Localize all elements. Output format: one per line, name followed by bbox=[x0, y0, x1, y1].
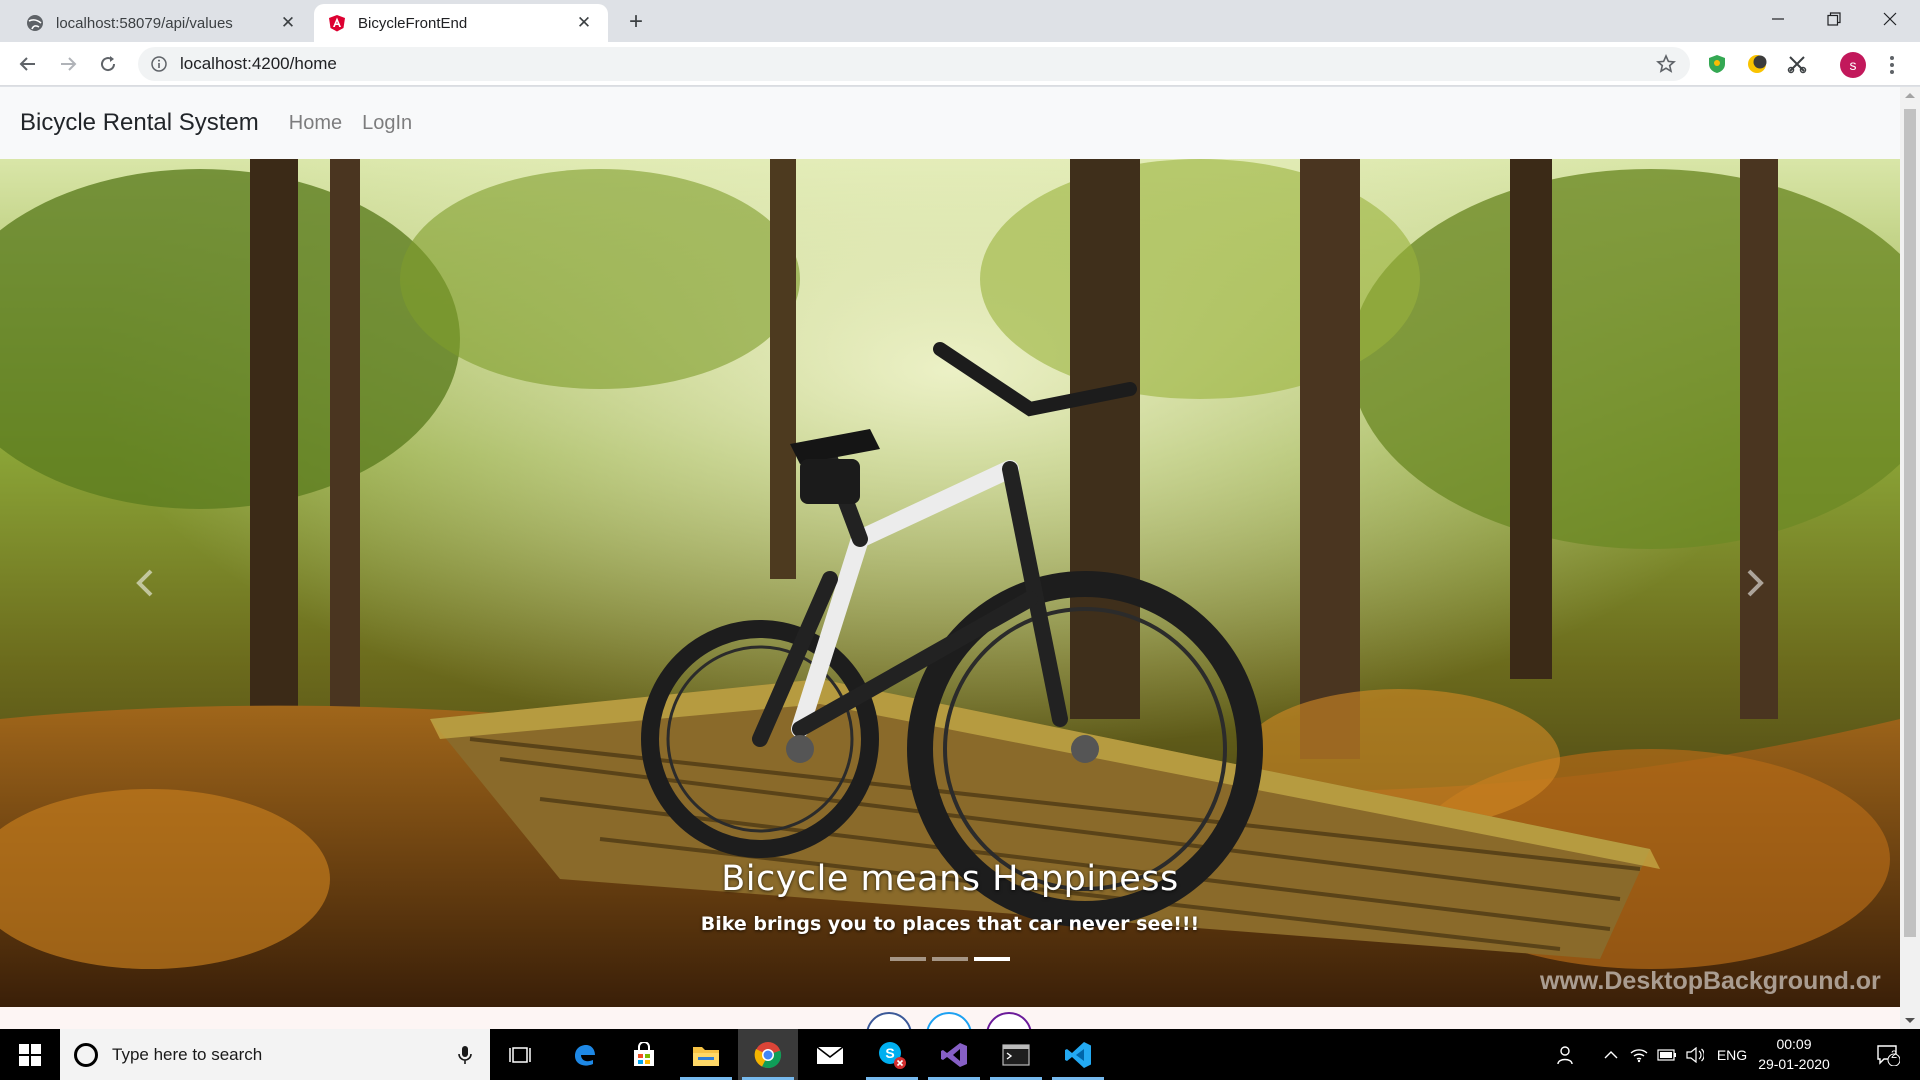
tab-title: BicycleFrontEnd bbox=[358, 14, 468, 32]
start-button[interactable] bbox=[0, 1029, 60, 1080]
carousel-caption-text: Bike brings you to places that car never… bbox=[700, 913, 1200, 935]
vscode-icon[interactable] bbox=[1048, 1029, 1108, 1080]
svg-text:S: S bbox=[885, 1045, 894, 1061]
file-explorer-icon[interactable] bbox=[676, 1029, 736, 1080]
close-window-icon[interactable] bbox=[1862, 0, 1918, 38]
battery-icon[interactable] bbox=[1654, 1029, 1680, 1080]
scrollbar-thumb[interactable] bbox=[1904, 109, 1916, 937]
back-icon[interactable] bbox=[12, 48, 44, 80]
address-bar[interactable]: localhost:4200/home bbox=[138, 47, 1690, 81]
task-view-icon[interactable] bbox=[490, 1029, 550, 1080]
windows-logo-icon bbox=[19, 1043, 41, 1066]
notification-count: 2 bbox=[1891, 1049, 1898, 1061]
cortana-icon bbox=[74, 1042, 98, 1067]
address-url: localhost:4200/home bbox=[180, 54, 337, 73]
mail-icon[interactable] bbox=[800, 1029, 860, 1080]
chrome-icon[interactable] bbox=[738, 1029, 798, 1080]
clock-date: 29-01-2020 bbox=[1758, 1056, 1830, 1072]
windows-taskbar: Type here to search S ENG 00:09 29-01-20… bbox=[0, 1029, 1920, 1080]
browser-toolbar: localhost:4200/home s bbox=[0, 42, 1920, 86]
minimize-icon[interactable] bbox=[1750, 0, 1806, 38]
hero-carousel: Bicycle means Happiness Bike brings you … bbox=[0, 159, 1900, 1007]
new-tab-button[interactable]: + bbox=[622, 8, 650, 36]
scroll-up-icon[interactable] bbox=[1905, 93, 1915, 98]
tab-close-icon[interactable]: ✕ bbox=[574, 13, 594, 33]
action-center-icon[interactable]: 2 bbox=[1864, 1029, 1912, 1080]
app-navbar: Bicycle Rental System Home LogIn bbox=[0, 87, 1900, 159]
carousel-caption-title: Bicycle means Happiness bbox=[721, 859, 1179, 899]
page-viewport: Bicycle Rental System Home LogIn Bicycle… bbox=[0, 87, 1920, 1029]
terminal-icon[interactable] bbox=[986, 1029, 1046, 1080]
carousel-indicator[interactable] bbox=[890, 957, 926, 961]
nav-link-home[interactable]: Home bbox=[289, 112, 342, 135]
carousel-indicators bbox=[0, 957, 1900, 961]
image-watermark: www.DesktopBackground.or bbox=[1540, 967, 1881, 995]
page-scrollbar[interactable] bbox=[1900, 87, 1920, 1029]
skype-icon[interactable]: S bbox=[862, 1029, 922, 1080]
browser-tab-strip: localhost:58079/api/values ✕ BicycleFron… bbox=[0, 0, 1920, 42]
visual-studio-icon[interactable] bbox=[924, 1029, 984, 1080]
reload-icon[interactable] bbox=[92, 48, 124, 80]
store-icon[interactable] bbox=[614, 1029, 674, 1080]
navbar-brand[interactable]: Bicycle Rental System bbox=[20, 109, 259, 137]
shield-extension-icon[interactable] bbox=[1704, 51, 1730, 77]
carousel-caption: Bicycle means Happiness Bike brings you … bbox=[0, 859, 1900, 935]
language-indicator[interactable]: ENG bbox=[1712, 1029, 1752, 1080]
restore-icon[interactable] bbox=[1806, 0, 1862, 38]
wifi-icon[interactable] bbox=[1626, 1029, 1652, 1080]
globe-icon bbox=[26, 14, 44, 32]
volume-icon[interactable] bbox=[1682, 1029, 1708, 1080]
scissors-extension-icon[interactable] bbox=[1784, 51, 1810, 77]
nav-link-login[interactable]: LogIn bbox=[362, 112, 412, 135]
tab-api-values[interactable]: localhost:58079/api/values ✕ bbox=[12, 4, 312, 42]
taskbar-search-placeholder: Type here to search bbox=[112, 1044, 263, 1064]
edge-icon[interactable] bbox=[554, 1029, 614, 1080]
show-hidden-icons[interactable] bbox=[1598, 1029, 1624, 1080]
chevron-right-icon bbox=[1747, 569, 1764, 597]
tab-title: localhost:58079/api/values bbox=[56, 14, 233, 32]
taskbar-search[interactable]: Type here to search bbox=[60, 1029, 490, 1080]
tab-close-icon[interactable]: ✕ bbox=[278, 13, 298, 33]
forward-icon[interactable] bbox=[52, 48, 84, 80]
profile-avatar[interactable]: s bbox=[1840, 52, 1866, 78]
carousel-indicator-active[interactable] bbox=[974, 957, 1010, 961]
moon-extension-icon[interactable] bbox=[1744, 51, 1770, 77]
tab-bicycle-frontend[interactable]: BicycleFrontEnd ✕ bbox=[314, 4, 608, 42]
people-icon[interactable] bbox=[1548, 1029, 1586, 1080]
taskbar-clock[interactable]: 00:09 29-01-2020 bbox=[1752, 1034, 1836, 1074]
chevron-left-icon bbox=[136, 569, 153, 597]
bookmark-star-icon[interactable] bbox=[1656, 54, 1676, 79]
browser-menu-icon[interactable] bbox=[1882, 52, 1902, 78]
clock-time: 00:09 bbox=[1776, 1036, 1812, 1052]
scroll-down-icon[interactable] bbox=[1905, 1018, 1915, 1023]
site-info-icon[interactable] bbox=[150, 55, 168, 73]
carousel-indicator[interactable] bbox=[932, 957, 968, 961]
angular-icon bbox=[328, 14, 346, 32]
microphone-icon[interactable] bbox=[450, 1045, 480, 1065]
